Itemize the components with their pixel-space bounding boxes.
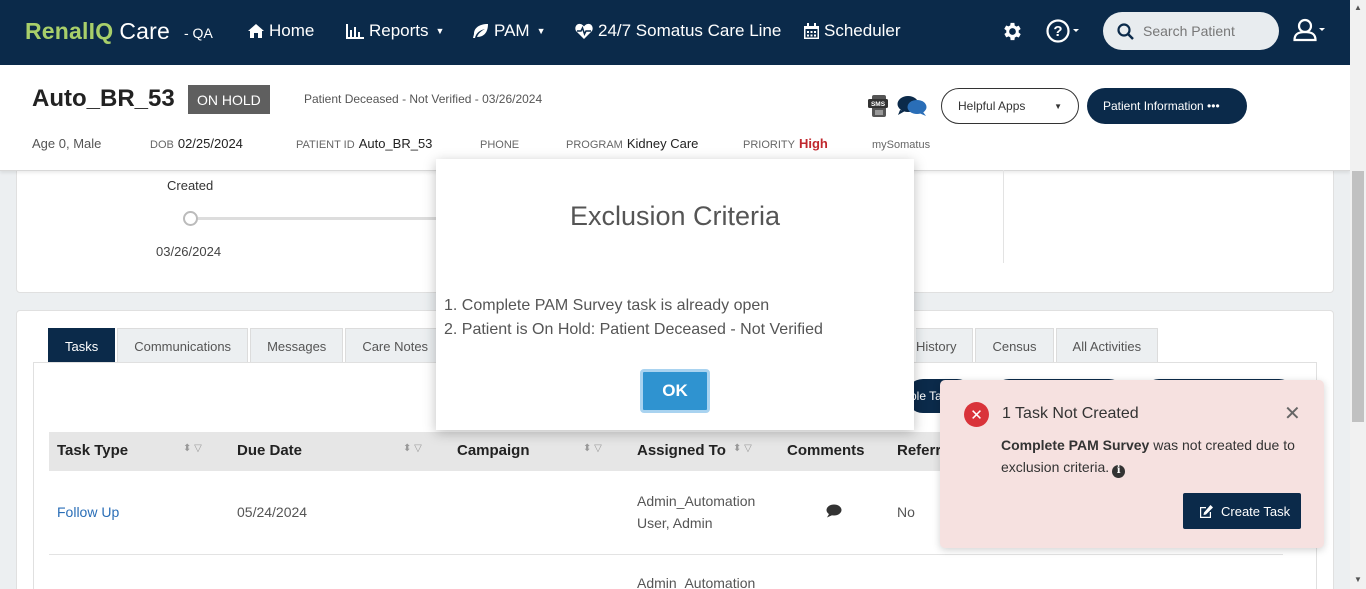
criteria-item: 1. Complete PAM Survey task is already o… [444, 297, 770, 314]
create-task-button[interactable]: Create Task [1183, 493, 1301, 529]
ok-button[interactable]: OK [640, 369, 710, 413]
error-icon: ✕ [964, 402, 989, 427]
toast-message: Complete PAM Survey was not created due … [1001, 434, 1311, 478]
edit-icon [1200, 504, 1213, 518]
close-icon[interactable]: ✕ [1284, 401, 1301, 426]
create-task-label: Create Task [1221, 503, 1291, 519]
toast-title: 1 Task Not Created [1002, 405, 1139, 422]
error-toast: ✕ 1 Task Not Created ✕ Complete PAM Surv… [940, 380, 1324, 548]
scroll-down-arrow-icon[interactable]: ▼ [1354, 575, 1362, 584]
exclusion-criteria-modal: Exclusion Criteria 1. Complete PAM Surve… [436, 159, 914, 430]
modal-title: Exclusion Criteria [569, 201, 781, 231]
scroll-up-arrow-icon[interactable]: ▲ [1354, 3, 1362, 12]
toast-task-name: Complete PAM Survey [1001, 437, 1150, 453]
info-icon[interactable]: i [1112, 464, 1126, 478]
scrollbar-thumb[interactable] [1352, 171, 1364, 422]
criteria-list: 1. Complete PAM Survey task is already o… [444, 294, 823, 342]
criteria-item: 2. Patient is On Hold: Patient Deceased … [444, 321, 823, 338]
